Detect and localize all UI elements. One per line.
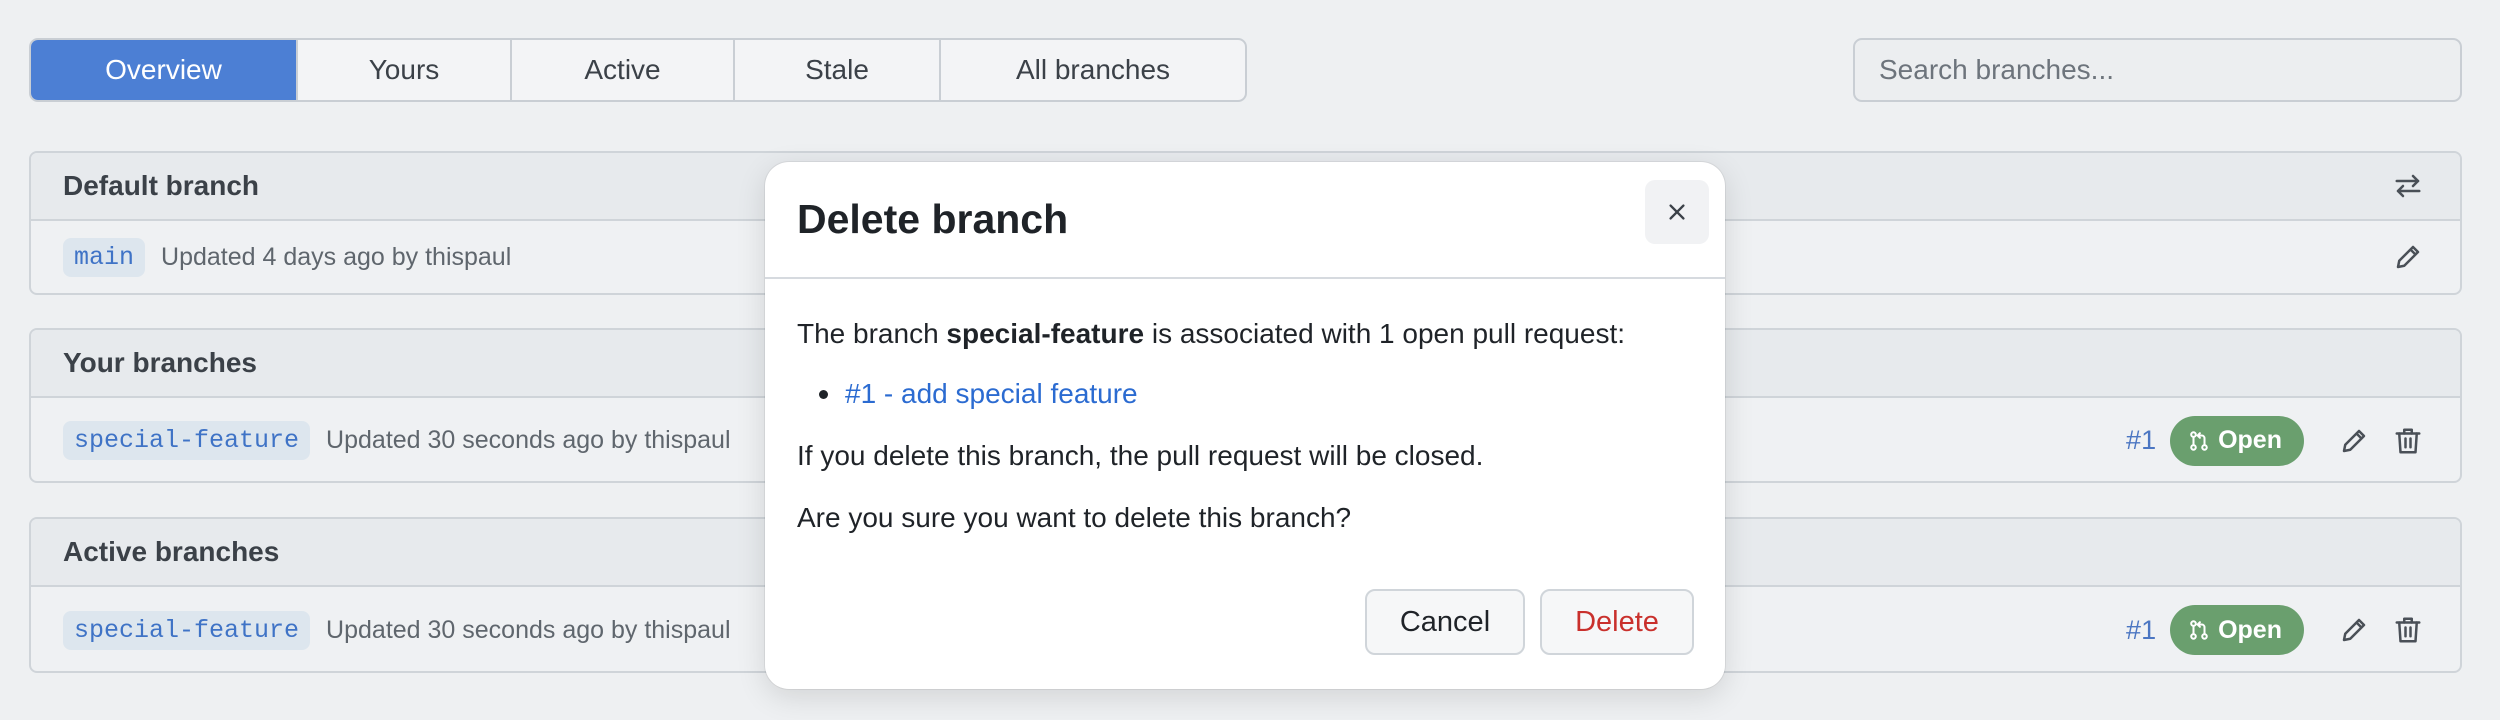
dialog-message: The branch special-feature is associated… [797, 318, 1626, 349]
dialog-warning: If you delete this branch, the pull requ… [797, 440, 1484, 471]
tab-active[interactable]: Active [510, 40, 733, 100]
tab-yours[interactable]: Yours [296, 40, 510, 100]
dialog-question: Are you sure you want to delete this bra… [797, 502, 1352, 533]
branch-name-bold: special-feature [946, 318, 1145, 349]
branch-updated: Updated 30 seconds ago by thispaul [326, 426, 731, 454]
panel-title: Active branches [63, 536, 280, 567]
list-item: #1 - add special feature [819, 377, 1693, 411]
pull-request-link[interactable]: #1 - add special feature [845, 377, 1138, 411]
branch-name[interactable]: main [63, 237, 146, 277]
close-icon [1669, 204, 1685, 220]
panel-title: Your branches [63, 347, 257, 378]
close-button[interactable] [1645, 180, 1709, 244]
pr-status-badge[interactable]: Open [2170, 605, 2304, 655]
panel-title: Default branch [63, 170, 260, 201]
tab-all-branches[interactable]: All branches [939, 40, 1245, 100]
branch-updated: Updated 4 days ago by thispaul [161, 242, 512, 271]
tab-stale[interactable]: Stale [733, 40, 939, 100]
delete-branch-dialog: Delete branch The branch special-feature… [765, 162, 1725, 689]
dialog-header: Delete branch [765, 162, 1725, 279]
branch-filter-tabs: Overview Yours Active Stale All branches [29, 38, 1247, 102]
pr-status-badge[interactable]: Open [2170, 415, 2304, 466]
search-branches-input[interactable] [1853, 38, 2462, 102]
branch-updated: Updated 30 seconds ago by thispaul [326, 615, 731, 644]
trash-icon[interactable] [2388, 421, 2428, 461]
pull-request-icon [2190, 430, 2208, 451]
branch-name[interactable]: special-feature [63, 421, 311, 460]
pr-number-link[interactable]: #1 [2126, 615, 2156, 646]
dialog-title: Delete branch [797, 196, 1069, 242]
trash-icon[interactable] [2388, 610, 2428, 650]
cancel-button[interactable]: Cancel [1365, 589, 1525, 655]
switch-arrows-icon[interactable] [2388, 166, 2428, 206]
dialog-body: The branch special-feature is associated… [765, 279, 1725, 535]
branch-name[interactable]: special-feature [63, 610, 311, 650]
pencil-icon[interactable] [2388, 237, 2428, 277]
delete-button[interactable]: Delete [1540, 589, 1694, 655]
tab-overview[interactable]: Overview [31, 40, 296, 100]
pull-request-icon [2190, 620, 2208, 640]
pencil-icon[interactable] [2334, 610, 2374, 650]
pull-request-list: #1 - add special feature [819, 377, 1693, 411]
pencil-icon[interactable] [2334, 421, 2374, 461]
pr-number-link[interactable]: #1 [2126, 425, 2156, 456]
